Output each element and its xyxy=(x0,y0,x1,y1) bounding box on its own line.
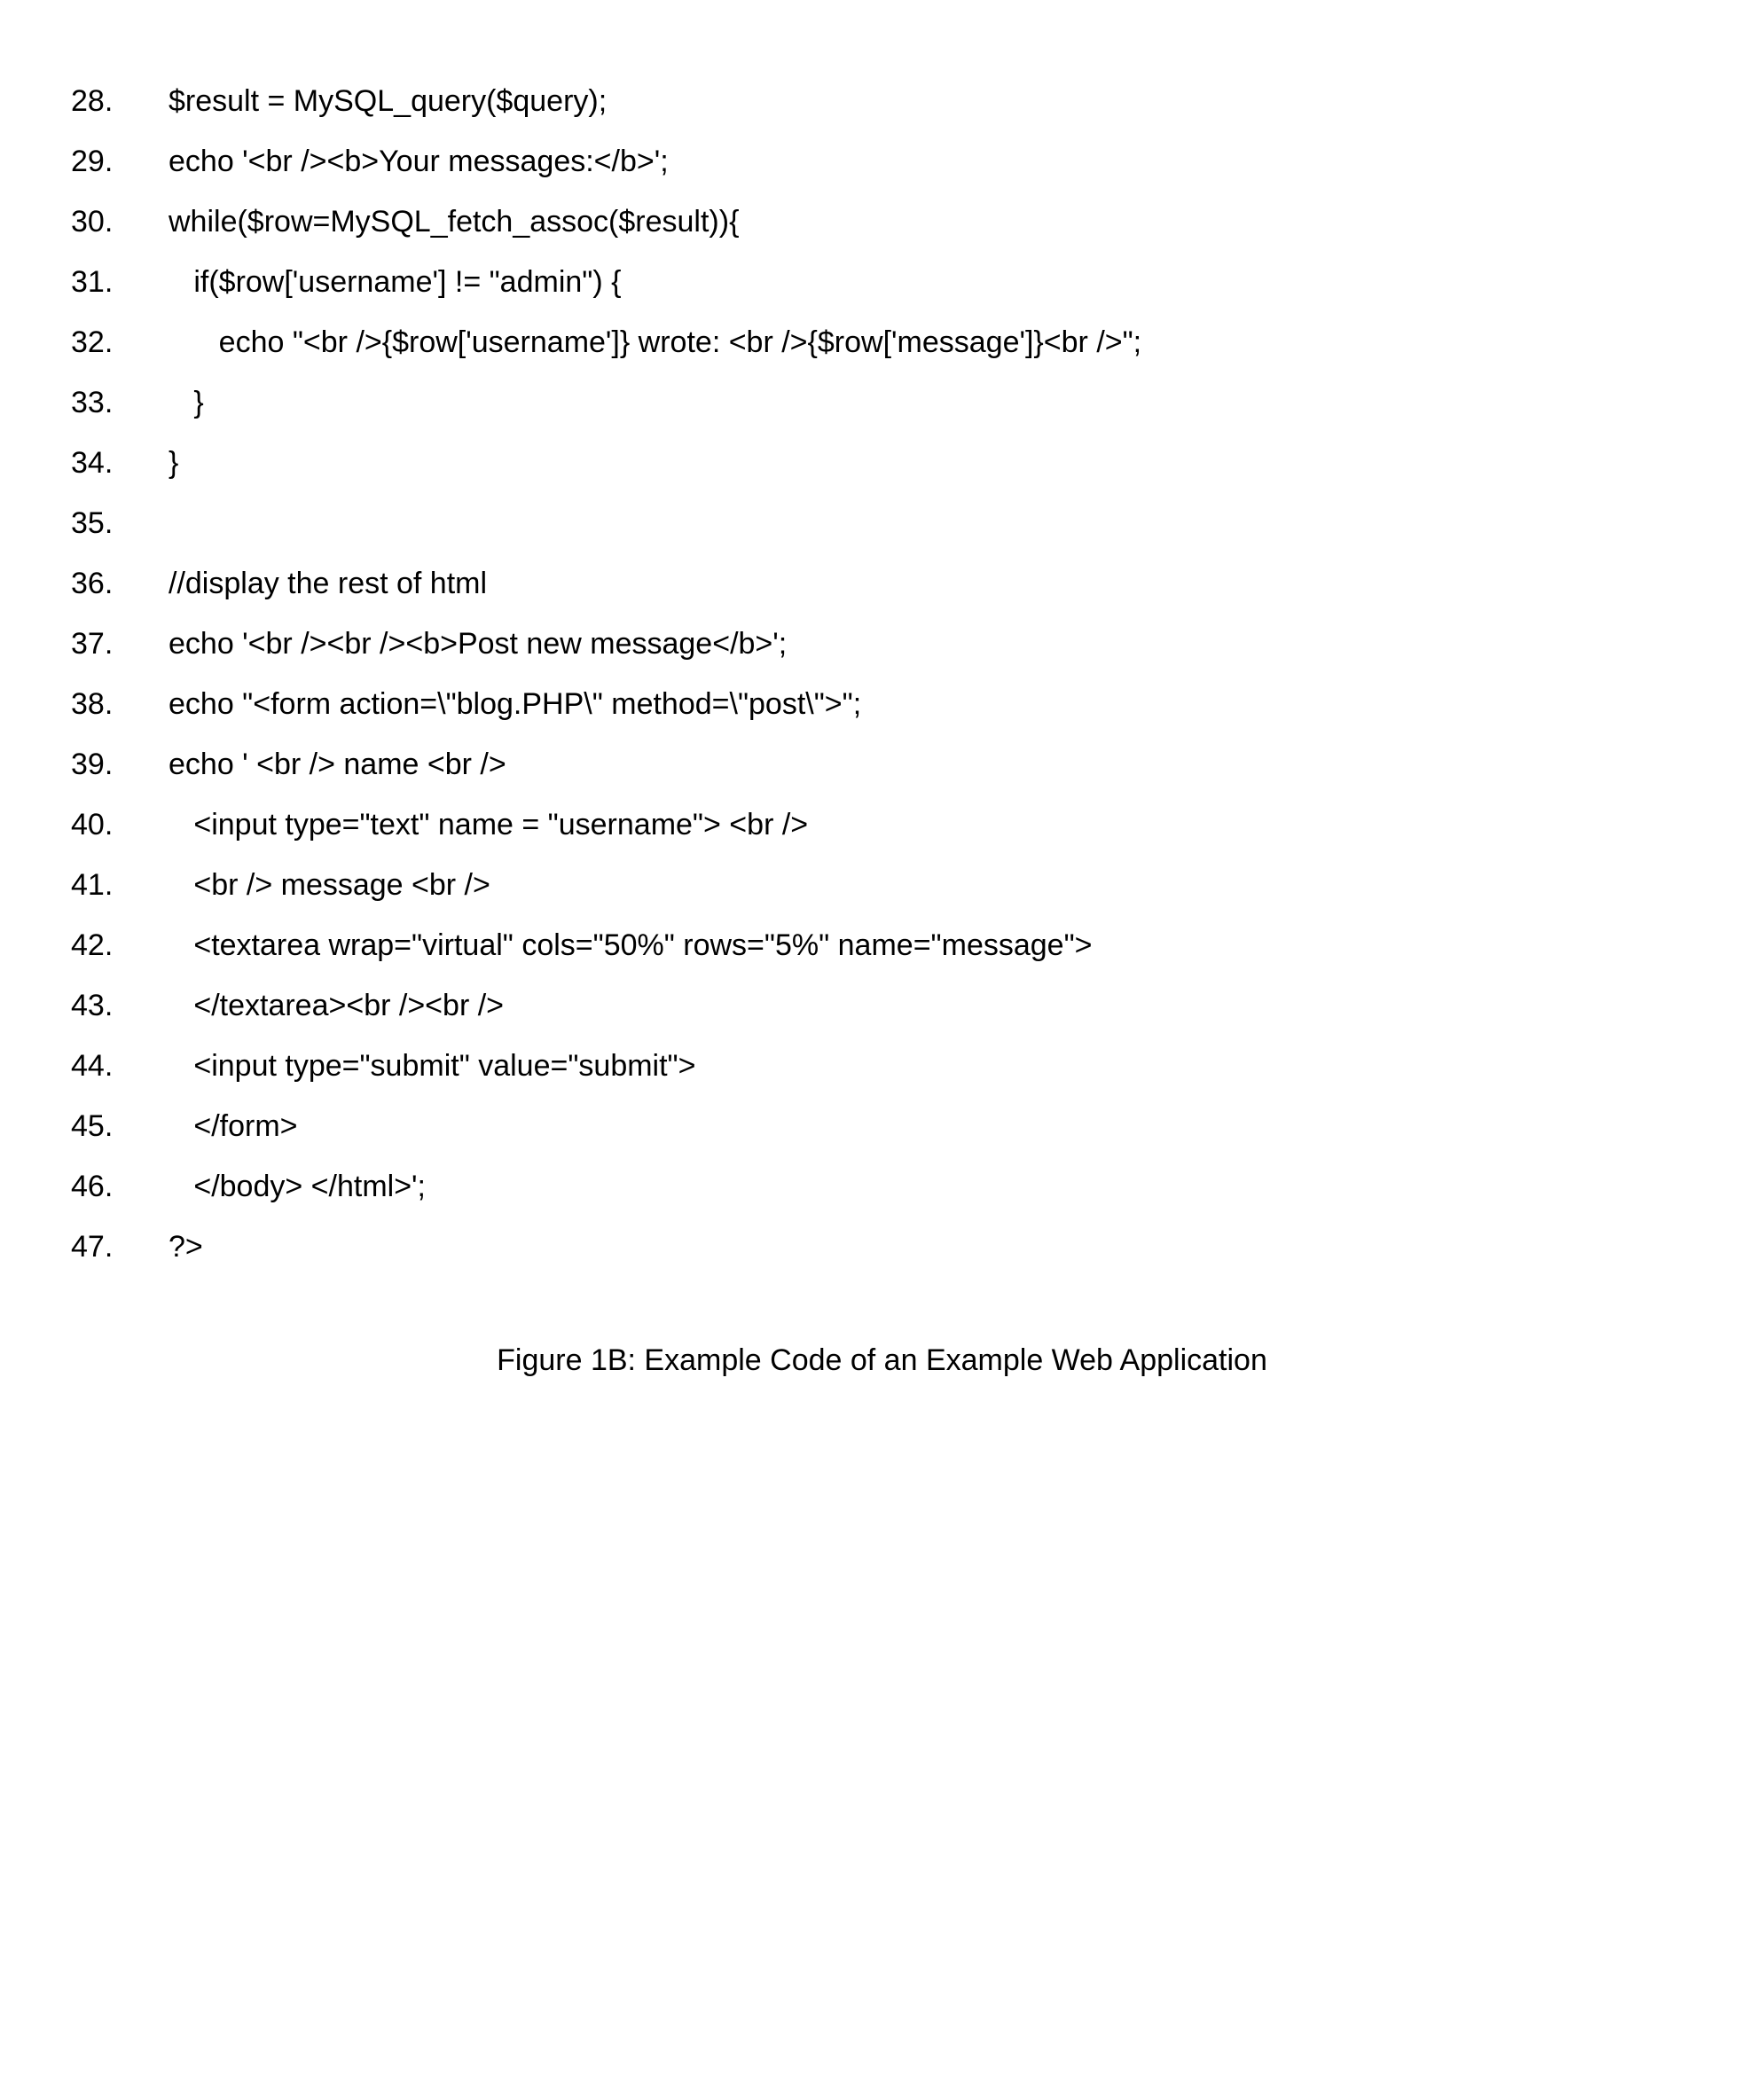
line-number: 33. xyxy=(53,372,169,433)
code-line: 37. echo '<br /><br /><b>Post new messag… xyxy=(53,614,1711,674)
code-line: 30. while($row=MySQL_fetch_assoc($result… xyxy=(53,192,1711,252)
line-number: 43. xyxy=(53,975,169,1036)
code-line: 32. echo "<br />{$row['username']} wrote… xyxy=(53,312,1711,372)
line-number: 28. xyxy=(53,71,169,131)
line-number: 42. xyxy=(53,915,169,975)
line-number: 29. xyxy=(53,131,169,192)
line-number: 36. xyxy=(53,553,169,614)
line-content: </body> </html>'; xyxy=(169,1156,1711,1217)
code-line: 28. $result = MySQL_query($query); xyxy=(53,71,1711,131)
code-line: 46. </body> </html>'; xyxy=(53,1156,1711,1217)
code-listing: 28. $result = MySQL_query($query); 29. e… xyxy=(53,71,1711,1277)
code-line: 34. } xyxy=(53,433,1711,493)
line-content: </textarea><br /><br /> xyxy=(169,975,1711,1036)
code-line: 45. </form> xyxy=(53,1096,1711,1156)
line-number: 47. xyxy=(53,1217,169,1277)
line-number: 44. xyxy=(53,1036,169,1096)
line-number: 34. xyxy=(53,433,169,493)
line-content: <textarea wrap="virtual" cols="50%" rows… xyxy=(169,915,1711,975)
line-content: if($row['username'] != "admin") { xyxy=(169,252,1711,312)
line-content: echo "<br />{$row['username']} wrote: <b… xyxy=(169,312,1711,372)
line-content: echo '<br /><b>Your messages:</b>'; xyxy=(169,131,1711,192)
line-content: //display the rest of html xyxy=(169,553,1711,614)
code-line: 36. //display the rest of html xyxy=(53,553,1711,614)
line-content: </form> xyxy=(169,1096,1711,1156)
line-content: } xyxy=(169,372,1711,433)
code-line: 43. </textarea><br /><br /> xyxy=(53,975,1711,1036)
line-content: echo ' <br /> name <br /> xyxy=(169,734,1711,795)
code-line: 35. xyxy=(53,493,1711,553)
line-number: 39. xyxy=(53,734,169,795)
line-number: 46. xyxy=(53,1156,169,1217)
line-content: while($row=MySQL_fetch_assoc($result)){ xyxy=(169,192,1711,252)
line-number: 31. xyxy=(53,252,169,312)
figure-caption: Figure 1B: Example Code of an Example We… xyxy=(53,1330,1711,1390)
line-number: 32. xyxy=(53,312,169,372)
line-content: echo '<br /><br /><b>Post new message</b… xyxy=(169,614,1711,674)
line-number: 41. xyxy=(53,855,169,915)
code-line: 40. <input type="text" name = "username"… xyxy=(53,795,1711,855)
code-line: 47. ?> xyxy=(53,1217,1711,1277)
line-content: <input type="submit" value="submit"> xyxy=(169,1036,1711,1096)
line-number: 35. xyxy=(53,493,169,553)
line-content: echo "<form action=\"blog.PHP\" method=\… xyxy=(169,674,1711,734)
code-line: 33. } xyxy=(53,372,1711,433)
code-line: 42. <textarea wrap="virtual" cols="50%" … xyxy=(53,915,1711,975)
line-number: 45. xyxy=(53,1096,169,1156)
line-content: <br /> message <br /> xyxy=(169,855,1711,915)
code-line: 31. if($row['username'] != "admin") { xyxy=(53,252,1711,312)
code-line: 41. <br /> message <br /> xyxy=(53,855,1711,915)
code-line: 44. <input type="submit" value="submit"> xyxy=(53,1036,1711,1096)
line-number: 38. xyxy=(53,674,169,734)
line-number: 30. xyxy=(53,192,169,252)
line-number: 37. xyxy=(53,614,169,674)
line-content: ?> xyxy=(169,1217,1711,1277)
line-content: $result = MySQL_query($query); xyxy=(169,71,1711,131)
line-number: 40. xyxy=(53,795,169,855)
code-line: 38. echo "<form action=\"blog.PHP\" meth… xyxy=(53,674,1711,734)
code-line: 29. echo '<br /><b>Your messages:</b>'; xyxy=(53,131,1711,192)
code-line: 39. echo ' <br /> name <br /> xyxy=(53,734,1711,795)
line-content: <input type="text" name = "username"> <b… xyxy=(169,795,1711,855)
line-content: } xyxy=(169,433,1711,493)
